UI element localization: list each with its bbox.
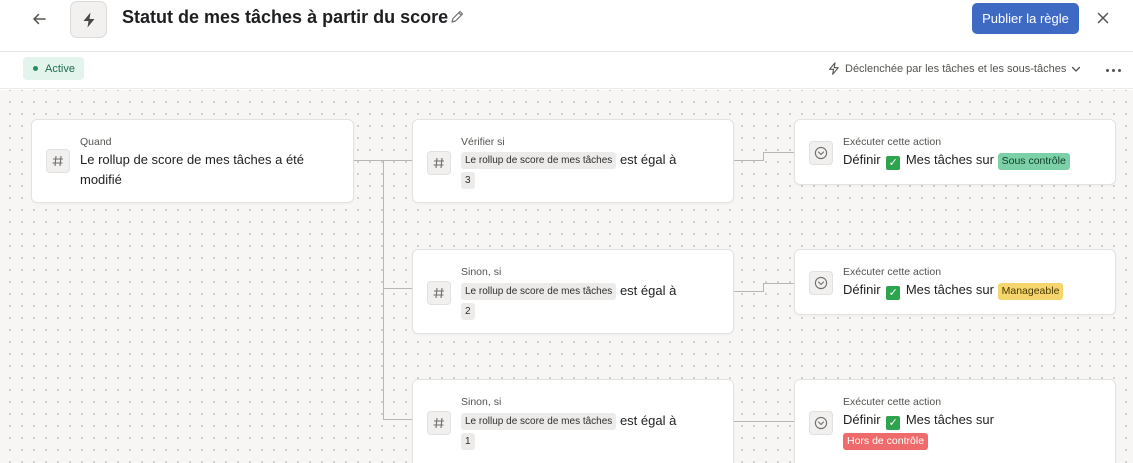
- more-dot: [1105, 68, 1109, 72]
- action-target: Mes tâches sur: [905, 412, 994, 427]
- trigger-description: Le rollup de score de mes tâches a été m…: [80, 152, 305, 187]
- action-label: Exécuter cette action: [843, 266, 942, 278]
- trigger-scope-dropdown[interactable]: Déclenchée par les tâches et les sous-tâ…: [828, 62, 1081, 75]
- close-icon: [1097, 12, 1109, 24]
- number-field-icon: [427, 411, 451, 435]
- trigger-scope-label: Déclenchée par les tâches et les sous-tâ…: [845, 62, 1067, 75]
- action-verb: Définir: [843, 412, 881, 427]
- publish-rule-button[interactable]: Publier la règle: [972, 3, 1079, 34]
- action-target: Mes tâches sur: [905, 282, 994, 297]
- value-chip: 2: [461, 303, 475, 320]
- checkmark-icon: ✓: [886, 286, 901, 300]
- lightning-outline-icon: [828, 62, 839, 75]
- status-tag: Hors de contrôle: [843, 433, 929, 450]
- number-field-icon: [46, 149, 70, 173]
- pencil-icon: [451, 10, 464, 23]
- condition-expression: Le rollup de score de mes tâches est éga…: [461, 281, 723, 321]
- action-card[interactable]: Exécuter cette action Définir ✓ Mes tâch…: [794, 379, 1116, 463]
- action-verb: Définir: [843, 152, 881, 167]
- custom-field-icon: [809, 271, 833, 295]
- action-card[interactable]: Exécuter cette action Définir ✓ Mes tâch…: [794, 119, 1116, 185]
- value-chip: 1: [461, 433, 475, 450]
- rule-type-badge: [70, 1, 107, 38]
- custom-field-icon: [809, 141, 833, 165]
- condition-label: Vérifier si: [461, 136, 505, 148]
- edit-title-button[interactable]: [449, 9, 465, 25]
- action-label: Exécuter cette action: [843, 136, 942, 148]
- status-tag: Manageable: [997, 283, 1064, 300]
- action-label: Exécuter cette action: [843, 396, 942, 408]
- more-dot: [1111, 68, 1115, 72]
- rule-toolbar: Active Déclenchée par les tâches et les …: [0, 53, 1133, 89]
- more-dot: [1117, 68, 1121, 72]
- page-title: Statut de mes tâches à partir du score: [122, 7, 449, 27]
- more-options-button[interactable]: [1102, 61, 1124, 79]
- action-expression: Définir ✓ Mes tâches sur Sous contrôle: [843, 150, 1108, 170]
- action-verb: Définir: [843, 282, 881, 297]
- condition-card[interactable]: Vérifier si Le rollup de score de mes tâ…: [412, 119, 734, 203]
- status-dot-icon: [33, 66, 38, 71]
- status-label: Active: [45, 62, 75, 75]
- condition-expression: Le rollup de score de mes tâches est éga…: [461, 411, 723, 451]
- field-chip: Le rollup de score de mes tâches: [461, 413, 617, 430]
- top-bar: Statut de mes tâches à partir du score P…: [0, 0, 1133, 52]
- field-chip: Le rollup de score de mes tâches: [461, 283, 617, 300]
- condition-label: Sinon, si: [461, 396, 502, 408]
- checkmark-icon: ✓: [886, 156, 901, 170]
- status-badge: Active: [23, 57, 84, 80]
- checkmark-icon: ✓: [886, 416, 901, 430]
- chevron-down-icon: [1072, 66, 1081, 72]
- number-field-icon: [427, 151, 451, 175]
- action-card[interactable]: Exécuter cette action Définir ✓ Mes tâch…: [794, 249, 1116, 315]
- action-expression: Définir ✓ Mes tâches sur Manageable: [843, 280, 1108, 300]
- rule-builder-canvas: Quand Le rollup de score de mes tâches a…: [0, 90, 1133, 463]
- condition-expression: Le rollup de score de mes tâches est éga…: [461, 150, 723, 190]
- arrow-left-icon: [33, 13, 46, 25]
- close-button[interactable]: [1094, 9, 1112, 27]
- number-field-icon: [427, 281, 451, 305]
- action-target: Mes tâches sur: [905, 152, 994, 167]
- action-expression: Définir ✓ Mes tâches sur Hors de contrôl…: [843, 410, 1108, 450]
- value-chip: 3: [461, 172, 475, 189]
- operator-text: est égal à: [619, 283, 677, 298]
- field-chip: Le rollup de score de mes tâches: [461, 152, 617, 169]
- trigger-label: Quand: [80, 136, 112, 148]
- trigger-card[interactable]: Quand Le rollup de score de mes tâches a…: [31, 119, 354, 203]
- condition-label: Sinon, si: [461, 266, 502, 278]
- condition-card[interactable]: Sinon, si Le rollup de score de mes tâch…: [412, 249, 734, 334]
- condition-card[interactable]: Sinon, si Le rollup de score de mes tâch…: [412, 379, 734, 463]
- operator-text: est égal à: [619, 413, 677, 428]
- back-button[interactable]: [28, 8, 50, 30]
- operator-text: est égal à: [619, 152, 677, 167]
- lightning-icon: [83, 12, 94, 27]
- status-tag: Sous contrôle: [997, 153, 1070, 170]
- custom-field-icon: [809, 411, 833, 435]
